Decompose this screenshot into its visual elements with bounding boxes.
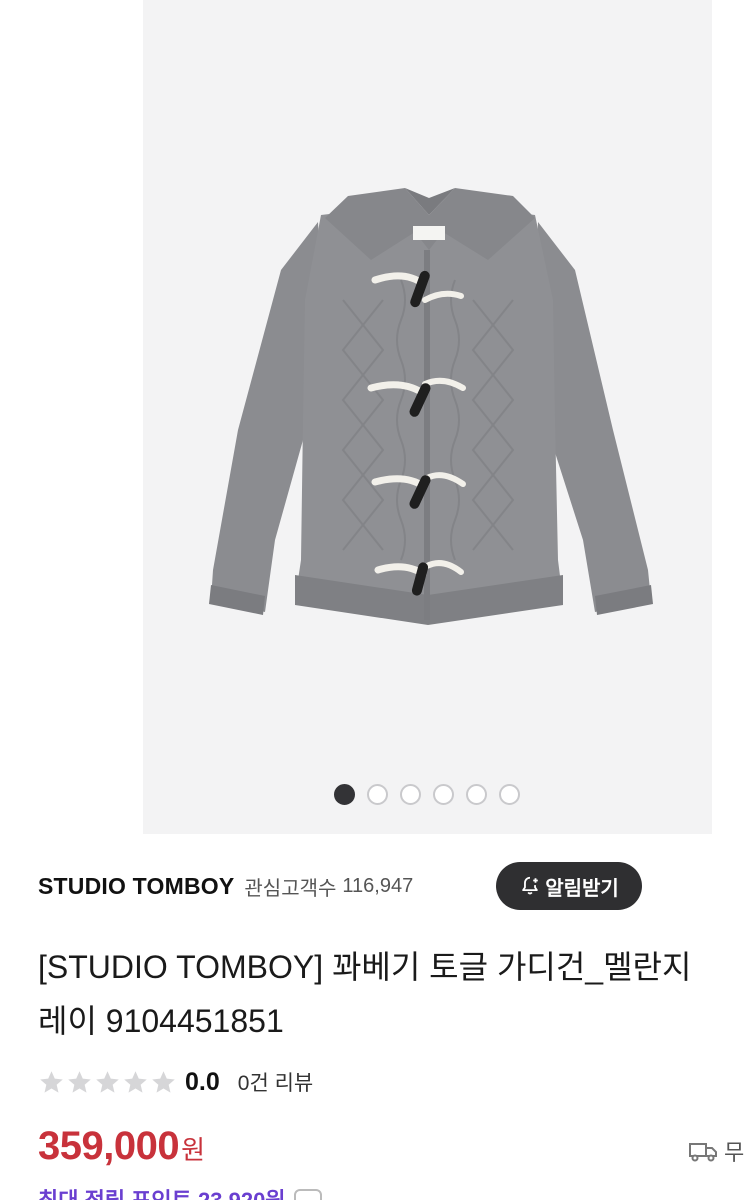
price-unit: 원: [181, 1135, 206, 1165]
star-empty-icon: [68, 1070, 91, 1093]
shipping-label: 무: [724, 1140, 744, 1165]
bell-plus-icon: [522, 876, 538, 895]
alert-button-label: 알림받기: [545, 877, 619, 900]
gallery-dot[interactable]: [466, 784, 487, 805]
star-empty-icon: [124, 1070, 147, 1093]
shipping-info[interactable]: 무: [688, 1136, 744, 1166]
rating-stars: [38, 1069, 177, 1096]
cardigan-illustration: [209, 188, 653, 625]
info-icon[interactable]: [293, 1189, 322, 1200]
product-title-line: 레이 9104451851: [38, 1003, 284, 1039]
product-image-gallery[interactable]: [0, 0, 744, 834]
product-title: [STUDIO TOMBOY] 꽈베기 토글 가디건_멜란지 레이 910445…: [38, 940, 744, 1052]
brand-info: STUDIO TOMBOY 관심고객수 116,947: [38, 862, 413, 910]
rating-summary[interactable]: 0.0 0건 리뷰: [38, 1064, 313, 1100]
gallery-dot[interactable]: [367, 784, 388, 805]
points-info: 최대 적립 포인트 23,920원: [38, 1186, 322, 1200]
gallery-dot[interactable]: [433, 784, 454, 805]
gallery-dot[interactable]: [334, 784, 355, 805]
product-title-line: [STUDIO TOMBOY] 꽈베기 토글 가디건_멜란지: [38, 949, 692, 985]
brand-name-link[interactable]: STUDIO TOMBOY: [38, 873, 234, 900]
price-amount: 359,000: [38, 1124, 180, 1168]
price: 359,000 원: [38, 1124, 205, 1174]
gallery-dot[interactable]: [400, 784, 421, 805]
product-image[interactable]: [143, 0, 712, 834]
star-empty-icon: [152, 1070, 175, 1093]
points-text: 최대 적립 포인트 23,920원: [38, 1183, 286, 1200]
gallery-pagination: [0, 784, 744, 806]
fans-label: 관심고객수: [244, 877, 337, 900]
gallery-dot[interactable]: [499, 784, 520, 805]
brand-alert-button[interactable]: 알림받기: [496, 862, 642, 910]
review-count-link[interactable]: 0건 리뷰: [238, 1067, 313, 1097]
star-empty-icon: [40, 1070, 63, 1093]
fans-count: 116,947: [342, 874, 414, 897]
star-empty-icon: [96, 1070, 119, 1093]
truck-icon: [689, 1143, 717, 1162]
rating-score: 0.0: [185, 1067, 220, 1096]
